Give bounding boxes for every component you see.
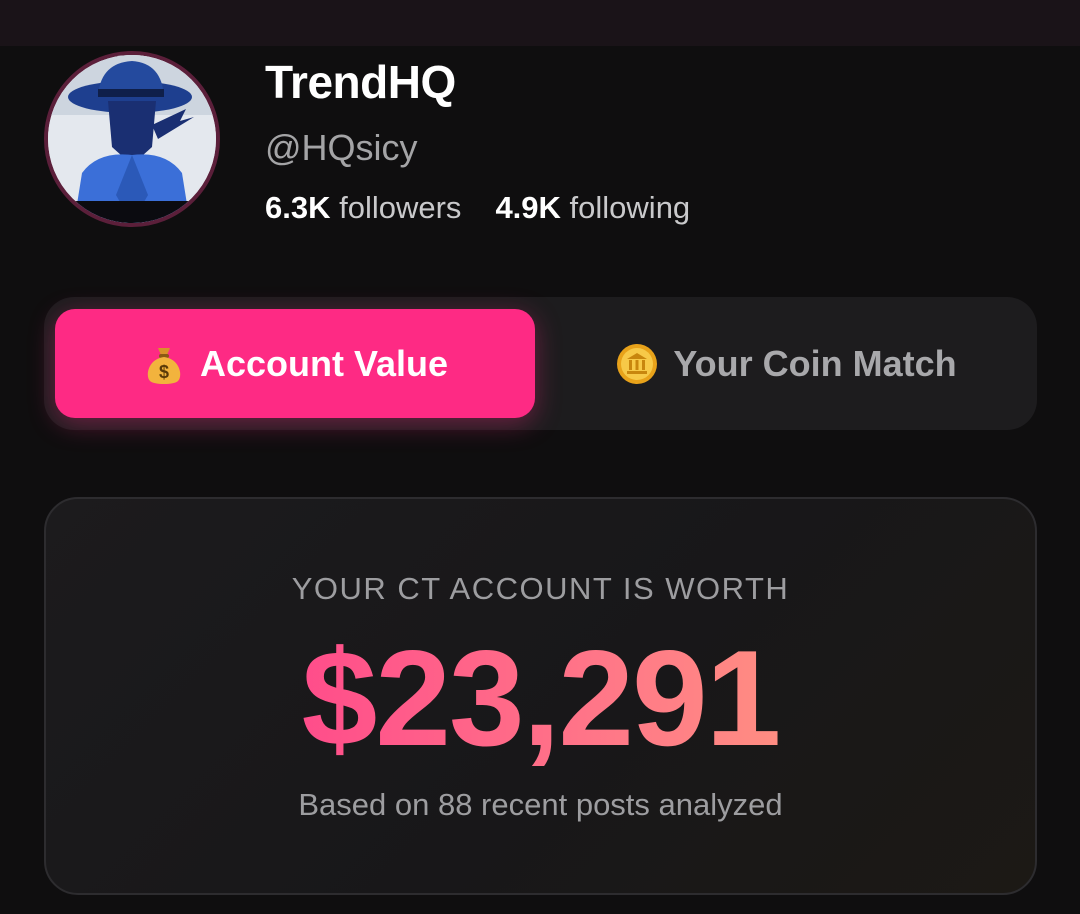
avatar-image [48,55,216,223]
profile-stats: 6.3K followers 4.9K following [265,190,690,226]
profile-name: TrendHQ [265,56,456,108]
following-link[interactable]: 4.9K following [495,190,690,225]
value-caption: YOUR CT ACCOUNT IS WORTH [291,571,790,606]
svg-text:$: $ [159,362,169,382]
account-value-card: YOUR CT ACCOUNT IS WORTH $23,291 Based o… [44,497,1037,895]
top-bar [0,0,1080,46]
followers-link[interactable]: 6.3K followers [265,190,461,225]
profile-handle[interactable]: @HQsicy [265,128,418,168]
tab-account-value[interactable]: $ Account Value [55,309,535,418]
money-bag-icon: $ [142,342,186,386]
coin-icon [615,342,659,386]
tab-your-coin-match-label: Your Coin Match [673,342,957,384]
followers-label: followers [339,190,462,225]
tab-your-coin-match[interactable]: Your Coin Match [546,309,1026,418]
following-label: following [569,190,691,225]
tab-bar: $ Account Value Your Coin Match [44,297,1037,430]
following-count: 4.9K [495,190,561,225]
followers-count: 6.3K [265,190,331,225]
avatar[interactable] [44,51,220,227]
account-value-amount: $23,291 [46,623,1035,773]
value-note: Based on 88 recent posts analyzed [298,787,783,822]
tab-account-value-label: Account Value [199,342,449,384]
